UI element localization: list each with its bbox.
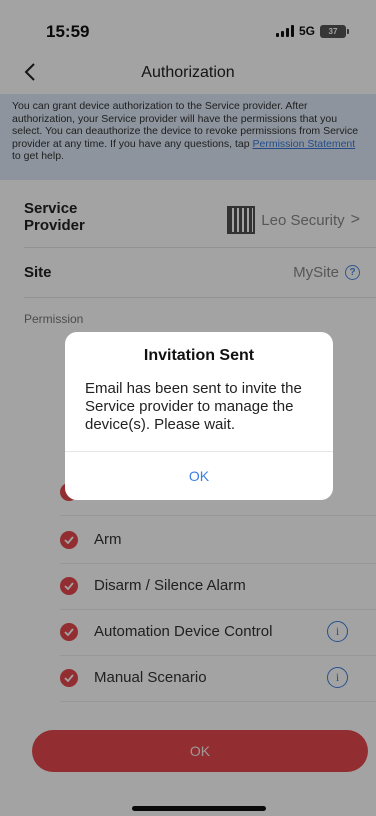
dialog-title: Invitation Sent bbox=[143, 347, 255, 364]
dialog-ok-button[interactable]: OK bbox=[65, 452, 333, 500]
invitation-dialog: Invitation Sent Email has been sent to i… bbox=[65, 332, 333, 500]
dialog-message: Email has been sent to invite the Servic… bbox=[85, 380, 302, 433]
